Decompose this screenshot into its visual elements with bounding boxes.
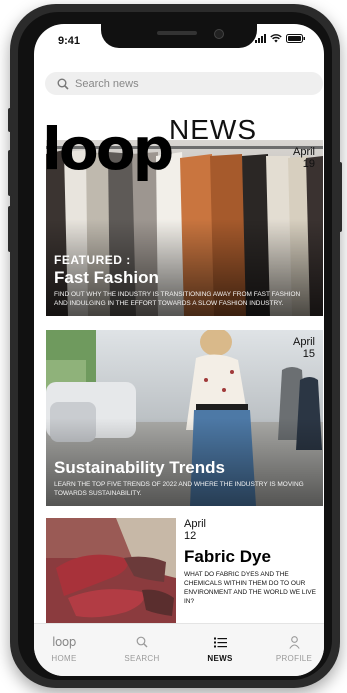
article-card[interactable]: April 12 Fabric Dye WHAT DO FABRIC DYES … <box>46 518 323 626</box>
app-screen: 9:41 loop NEWS <box>34 24 324 676</box>
front-camera <box>214 29 224 39</box>
article-date: April 12 <box>184 518 206 542</box>
logo-text: loop <box>42 115 174 183</box>
article-date-day: 19 <box>302 158 315 170</box>
tab-label: PROFILE <box>275 654 313 663</box>
tab-home[interactable]: loop HOME <box>34 634 94 663</box>
battery-icon <box>286 34 306 43</box>
wifi-icon <box>270 34 282 43</box>
volume-down-button <box>8 206 12 252</box>
article-description: WHAT DO FABRIC DYES AND THE CHEMICALS WI… <box>184 571 316 605</box>
tab-profile[interactable]: PROFILE <box>264 634 324 663</box>
section-title: NEWS <box>169 114 257 145</box>
article-description: LEARN THE TOP FIVE TRENDS OF 2022 AND WH… <box>54 481 304 497</box>
mute-switch <box>8 108 12 132</box>
search-input[interactable] <box>75 77 295 90</box>
news-list-icon <box>190 634 250 650</box>
tab-label: HOME <box>51 654 77 663</box>
status-time: 9:41 <box>58 35 81 47</box>
tab-search[interactable]: SEARCH <box>112 634 172 663</box>
search-bar[interactable] <box>45 72 323 95</box>
speaker <box>157 31 197 35</box>
person-icon <box>264 634 324 650</box>
article-date-month: April <box>292 336 315 348</box>
power-button <box>338 162 342 232</box>
search-icon <box>112 634 172 650</box>
article-date-month: April <box>292 146 315 158</box>
status-icons <box>255 34 306 43</box>
article-card[interactable]: April 15 Sustainability Trends LEARN THE… <box>46 330 323 506</box>
article-date-month: April <box>184 518 207 530</box>
volume-up-button <box>8 150 12 196</box>
notch <box>101 24 257 48</box>
tab-label: NEWS <box>207 654 233 663</box>
featured-tag: FEATURED : <box>54 253 131 267</box>
article-date-day: 12 <box>184 530 197 542</box>
tab-label: SEARCH <box>124 654 160 663</box>
article-date-day: 15 <box>302 348 315 360</box>
article-description: FIND OUT WHY THE INDUSTRY IS TRANSITIONI… <box>54 291 301 307</box>
article-date: April 19 <box>293 146 315 170</box>
home-logo-text: loop <box>52 635 76 649</box>
loop-logo-icon: loop <box>34 634 94 650</box>
article-title[interactable]: Fast Fashion <box>54 268 159 288</box>
search-icon <box>57 78 69 90</box>
tab-news[interactable]: NEWS <box>190 634 250 663</box>
bottom-tab-bar: loop HOME SEARCH NEWS PROFILE <box>34 623 324 676</box>
article-thumbnail <box>46 518 176 626</box>
article-title[interactable]: Fabric Dye <box>184 547 271 567</box>
article-title[interactable]: Sustainability Trends <box>54 458 225 478</box>
signal-icon <box>255 34 266 43</box>
dyed-hands-image <box>46 518 176 626</box>
article-date: April 15 <box>293 336 315 360</box>
